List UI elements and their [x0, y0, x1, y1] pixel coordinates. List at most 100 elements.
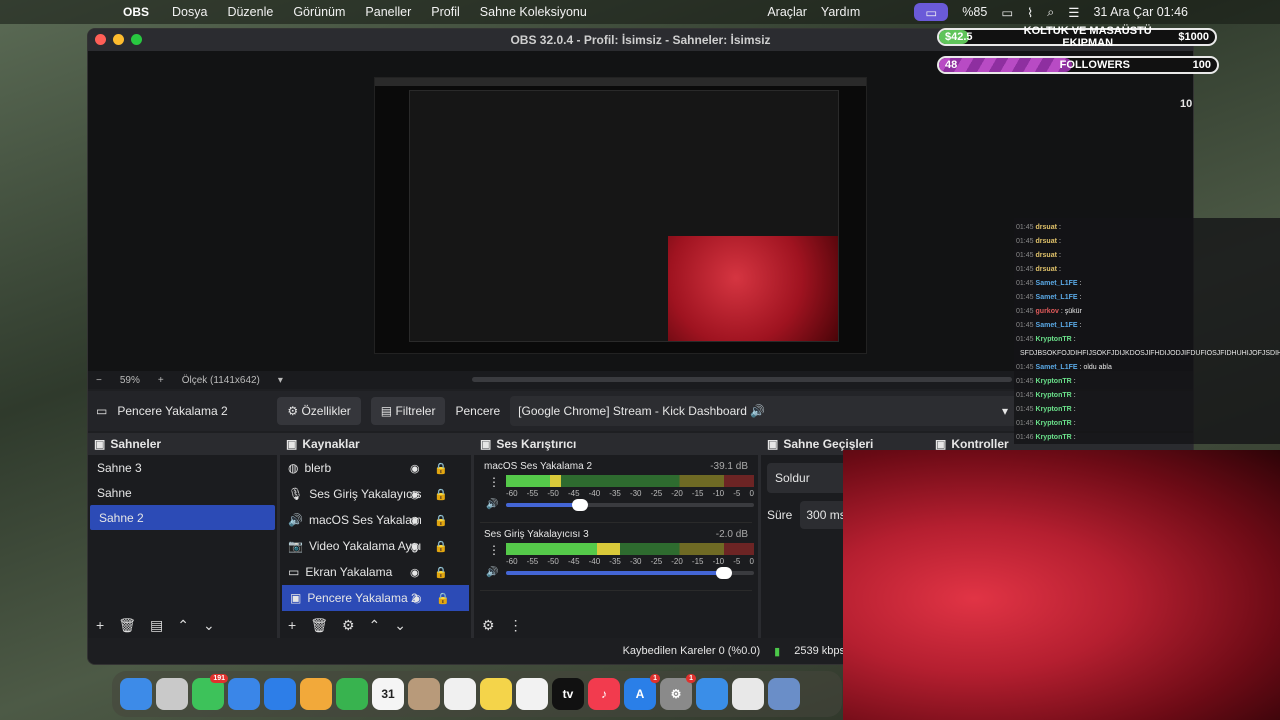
- finder-icon[interactable]: [120, 678, 152, 710]
- source-item[interactable]: 🔊 macOS Ses Yakalama ◉ 🔒: [280, 507, 471, 533]
- channel-db: -39.1 dB: [710, 461, 748, 472]
- lock-icon[interactable]: 🔒: [434, 488, 448, 501]
- visibility-eye-icon[interactable]: ◉: [410, 514, 420, 527]
- channel-menu-icon[interactable]: ⋮: [488, 475, 500, 489]
- screen-recording-icon[interactable]: ▭: [914, 3, 949, 21]
- lock-icon[interactable]: 🔒: [434, 514, 448, 527]
- menu-view[interactable]: Görünüm: [293, 5, 345, 19]
- volume-fader[interactable]: [506, 567, 754, 579]
- chrome-icon[interactable]: [732, 678, 764, 710]
- source-item[interactable]: ▭ Ekran Yakalama ◉ 🔒: [280, 559, 471, 585]
- scale-tick: -45: [567, 557, 580, 566]
- preview-horizontal-scrollbar[interactable]: [472, 377, 1012, 382]
- visibility-eye-icon[interactable]: ◉: [410, 540, 420, 553]
- safari-icon[interactable]: [696, 678, 728, 710]
- contacts-icon[interactable]: [408, 678, 440, 710]
- wifi-icon[interactable]: ⌇: [1027, 5, 1033, 20]
- menu-tools[interactable]: Araçlar: [767, 5, 807, 19]
- volume-fader-knob[interactable]: [572, 499, 589, 511]
- menu-scene-collection[interactable]: Sahne Koleksiyonu: [480, 5, 587, 19]
- chat-user: KryptonTR: [1035, 335, 1072, 343]
- menu-help[interactable]: Yardım: [821, 5, 860, 19]
- zoom-window-button[interactable]: [131, 34, 142, 45]
- menu-bar: OBS Dosya Düzenle Görünüm Paneller Profi…: [0, 0, 1280, 24]
- notes-icon[interactable]: [480, 678, 512, 710]
- facetime-icon[interactable]: [336, 678, 368, 710]
- camera-icon: 📷: [288, 539, 303, 553]
- tv-icon[interactable]: tv: [552, 678, 584, 710]
- scene-filters-button[interactable]: ▤: [150, 617, 163, 634]
- remove-source-button[interactable]: 🗑: [310, 617, 328, 634]
- volume-fader[interactable]: [506, 499, 754, 511]
- zoom-in-button[interactable]: +: [158, 375, 164, 386]
- search-icon[interactable]: ⌕: [1047, 5, 1054, 20]
- source-item[interactable]: 🎙 Ses Giriş Yakalayıcısı ◉ 🔒: [280, 481, 471, 507]
- appstore-icon[interactable]: A1: [624, 674, 660, 710]
- chevron-down-icon[interactable]: ▾: [1002, 404, 1008, 418]
- lock-icon[interactable]: 🔒: [434, 540, 448, 553]
- speaker-icon[interactable]: 🔊: [486, 567, 498, 578]
- menu-edit[interactable]: Düzenle: [227, 5, 273, 19]
- move-up-button[interactable]: ⌃: [369, 617, 381, 634]
- source-properties-button[interactable]: ⚙: [342, 617, 355, 634]
- close-window-button[interactable]: [95, 34, 106, 45]
- window-select[interactable]: [Google Chrome] Stream - Kick Dashboard …: [510, 396, 1031, 426]
- visibility-eye-icon[interactable]: ◉: [410, 462, 420, 475]
- chat-user: drsuat: [1035, 251, 1057, 259]
- move-down-button[interactable]: ⌄: [203, 617, 215, 634]
- filters-button[interactable]: ▤ Filtreler: [370, 397, 446, 425]
- photos-icon[interactable]: [300, 678, 332, 710]
- appstore-alt-icon[interactable]: [264, 678, 296, 710]
- source-item[interactable]: ▣ Pencere Yakalama 2 ◉ 🔒: [282, 585, 469, 611]
- scene-item[interactable]: Sahne 2: [90, 505, 275, 530]
- more-options-icon[interactable]: ⋮: [509, 617, 523, 634]
- scene-item[interactable]: Sahne 3: [88, 455, 277, 480]
- volume-fader-knob[interactable]: [716, 567, 733, 579]
- control-center-icon[interactable]: ☰: [1068, 5, 1079, 20]
- transition-type-value: Soldur: [775, 471, 810, 485]
- remove-scene-button[interactable]: 🗑: [118, 617, 136, 634]
- menu-profile[interactable]: Profil: [431, 5, 459, 19]
- properties-button[interactable]: ⚙ Özellikler: [277, 397, 361, 425]
- source-item[interactable]: ◍ blerb ◉ 🔒: [280, 455, 471, 481]
- followers-goal-widget: 48 FOLLOWERS 100: [937, 56, 1219, 74]
- add-scene-button[interactable]: +: [96, 617, 104, 633]
- chat-user: Samet_L1FE: [1035, 293, 1078, 301]
- scale-tick: -50: [547, 489, 559, 498]
- music-icon[interactable]: ♪: [588, 678, 620, 710]
- clock[interactable]: 31 Ara Çar 01:46: [1093, 5, 1188, 19]
- menu-app-name[interactable]: OBS: [120, 0, 152, 28]
- source-item[interactable]: 📷 Video Yakalama Aygı ◉ 🔒: [280, 533, 471, 559]
- add-source-button[interactable]: +: [288, 617, 296, 633]
- dock-icon: ▣: [480, 437, 492, 451]
- menu-docks[interactable]: Paneller: [365, 5, 411, 19]
- mail-icon[interactable]: [228, 678, 260, 710]
- visibility-eye-icon[interactable]: ◉: [410, 488, 420, 501]
- launchpad-icon[interactable]: [156, 678, 188, 710]
- speaker-icon: 🔊: [288, 513, 303, 527]
- minimize-window-button[interactable]: [113, 34, 124, 45]
- scene-item[interactable]: Sahne: [88, 480, 277, 505]
- zoom-out-button[interactable]: −: [96, 375, 102, 386]
- lock-icon[interactable]: 🔒: [434, 566, 448, 579]
- calendar-icon[interactable]: 31: [372, 678, 404, 710]
- visibility-eye-icon[interactable]: ◉: [412, 592, 422, 605]
- reminders-icon[interactable]: [444, 678, 476, 710]
- channel-menu-icon[interactable]: ⋮: [488, 543, 500, 557]
- preview-icon[interactable]: [768, 678, 800, 710]
- chevron-down-icon[interactable]: ▾: [278, 375, 283, 386]
- visibility-eye-icon[interactable]: ◉: [410, 566, 420, 579]
- messages-icon[interactable]: 191: [192, 674, 228, 710]
- freeform-icon[interactable]: [516, 678, 548, 710]
- audio-settings-icon[interactable]: ⚙: [482, 617, 495, 634]
- chat-text: :: [1073, 405, 1076, 413]
- settings-icon[interactable]: ⚙ 1: [660, 674, 696, 710]
- move-up-button[interactable]: ⌃: [177, 617, 189, 634]
- lock-icon[interactable]: 🔒: [434, 462, 448, 475]
- lock-icon[interactable]: 🔒: [436, 592, 450, 605]
- scale-tick: -30: [629, 489, 642, 498]
- battery-icon[interactable]: ▭: [1001, 5, 1013, 20]
- move-down-button[interactable]: ⌄: [394, 617, 406, 634]
- menu-file[interactable]: Dosya: [172, 5, 207, 19]
- speaker-icon[interactable]: 🔊: [486, 499, 498, 510]
